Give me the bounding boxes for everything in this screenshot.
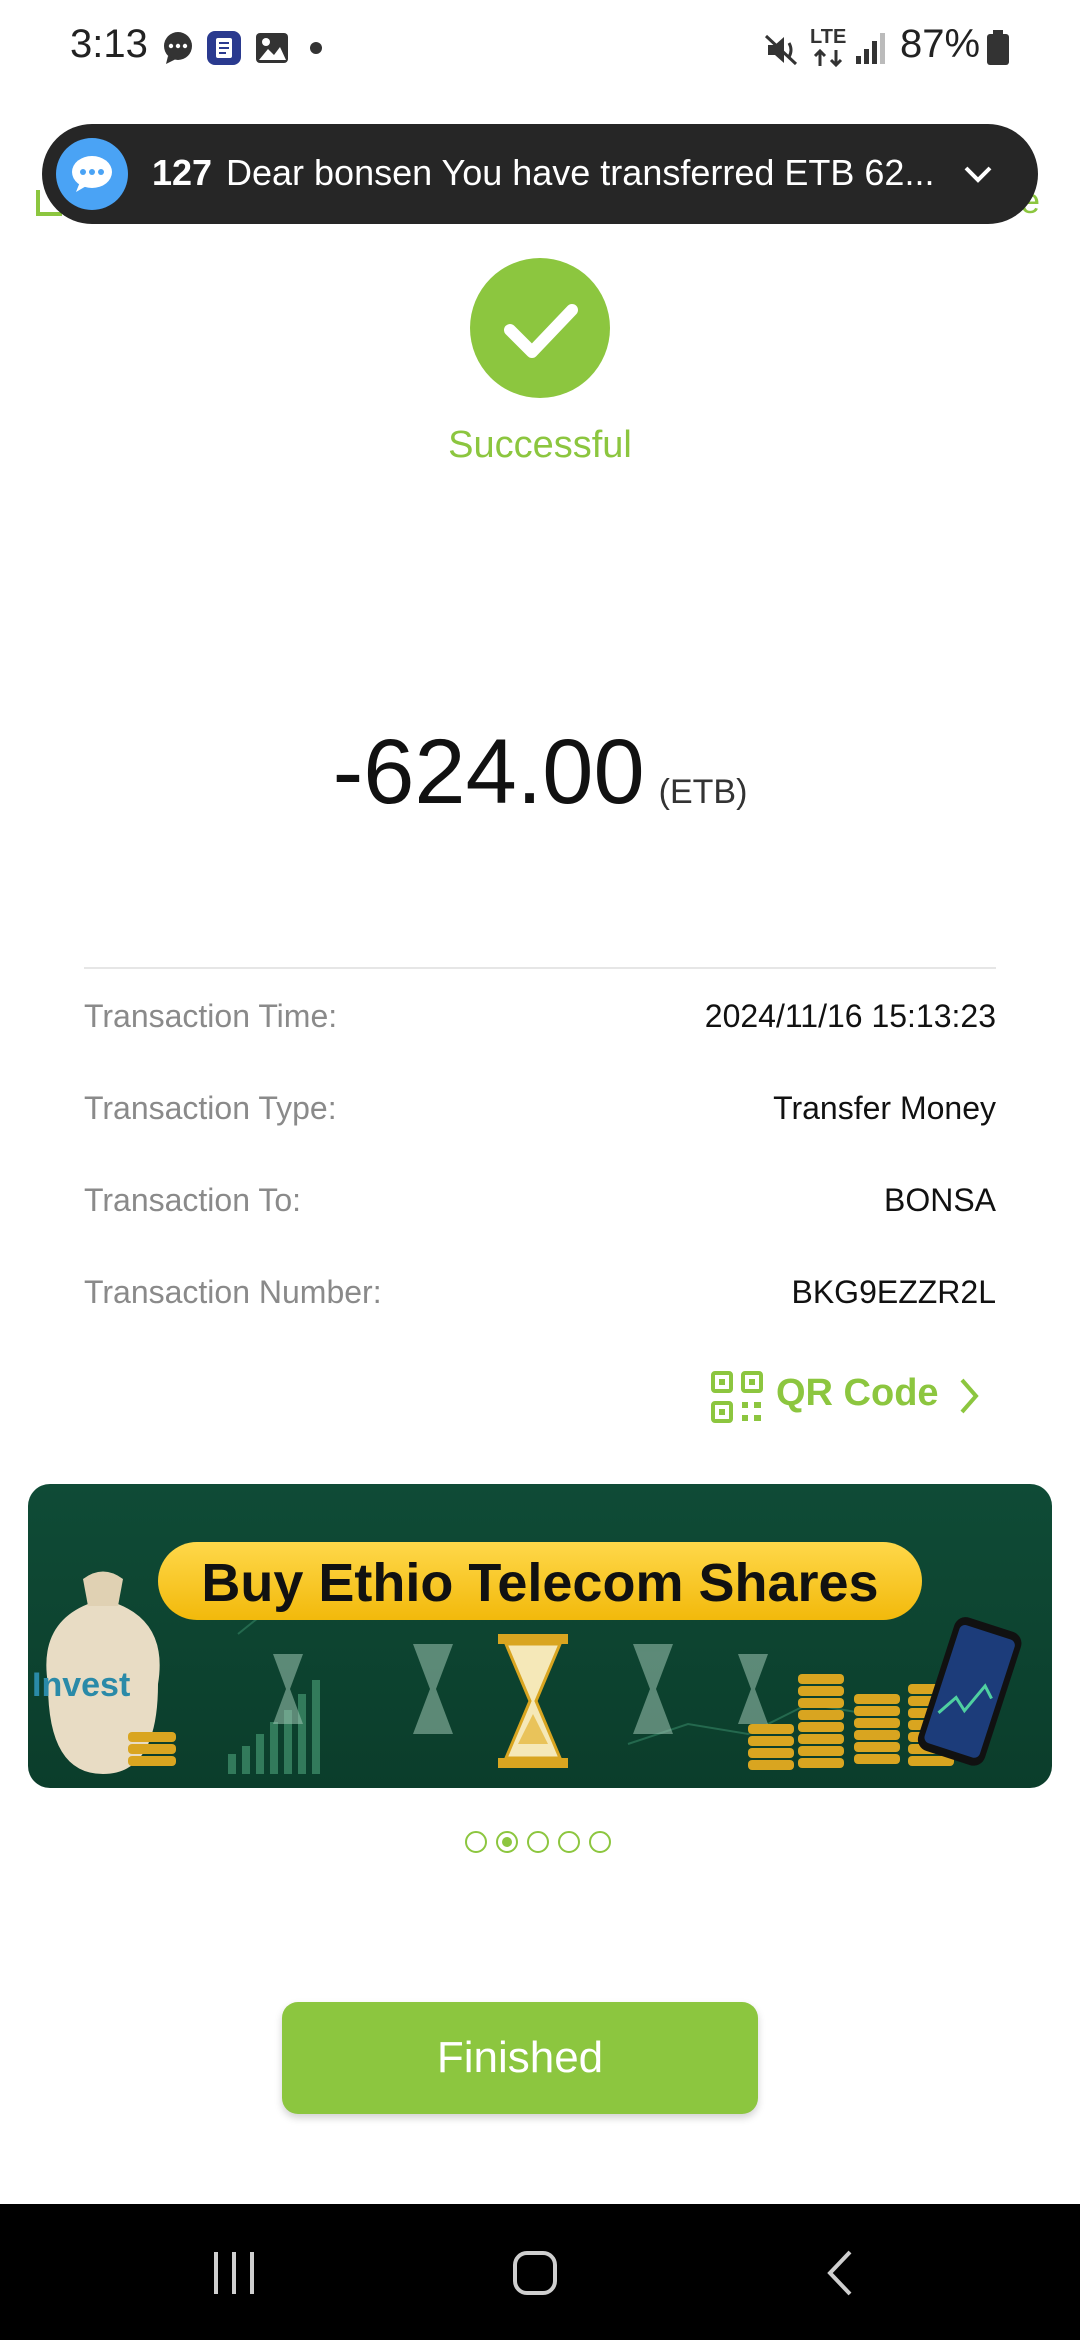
detail-value-to: BONSA xyxy=(883,1182,996,1218)
qr-code-label: QR Code xyxy=(776,1372,939,1414)
amount-value: -624.00 xyxy=(332,721,645,823)
battery-percent: 87% xyxy=(900,22,981,66)
success-check-icon xyxy=(470,258,610,398)
gallery-notification-icon xyxy=(256,33,288,63)
home-icon[interactable] xyxy=(510,2248,560,2298)
amount-currency: (ETB) xyxy=(658,773,748,811)
carousel-dot[interactable] xyxy=(527,1831,549,1853)
detail-label-type: Transaction Type: xyxy=(84,1090,337,1126)
invest-bag-text: Invest xyxy=(32,1666,130,1704)
battery-icon xyxy=(987,30,1009,65)
back-icon[interactable] xyxy=(820,2248,860,2298)
carousel-dot[interactable] xyxy=(558,1831,580,1853)
detail-value-time: 2024/11/16 15:13:23 xyxy=(704,998,996,1034)
banner-title: Buy Ethio Telecom Shares xyxy=(201,1553,879,1613)
lte-indicator: LTE xyxy=(808,26,848,70)
data-arrows-icon xyxy=(813,48,843,68)
notification-message: Dear bonsen You have transferred ETB 62.… xyxy=(226,152,935,193)
carousel-dot-active[interactable] xyxy=(496,1831,518,1853)
app-notification-icon xyxy=(207,31,241,65)
detail-value-type: Transfer Money xyxy=(773,1090,996,1126)
finished-button[interactable]: Finished xyxy=(282,2002,758,2114)
status-label: Successful xyxy=(448,424,632,466)
expand-chevron-icon[interactable] xyxy=(958,154,998,194)
more-notifications-dot-icon xyxy=(310,42,322,54)
qr-code-icon xyxy=(711,1371,763,1423)
signal-strength-icon xyxy=(856,33,885,64)
detail-label-to: Transaction To: xyxy=(84,1182,301,1218)
hourglass-icons xyxy=(273,1634,768,1768)
lte-text: LTE xyxy=(810,26,847,48)
qr-code-link[interactable]: QR Code xyxy=(710,1366,1000,1426)
notification-sender: 127 xyxy=(152,152,213,193)
detail-label-number: Transaction Number: xyxy=(84,1274,382,1310)
status-bar: 3:13 LTE 87% xyxy=(0,0,1080,96)
promo-banner[interactable]: Invest Buy Ethio Telecom Shares xyxy=(28,1484,1052,1788)
detail-value-number: BKG9EZZR2L xyxy=(791,1274,996,1310)
divider xyxy=(84,967,996,969)
detail-label-time: Transaction Time: xyxy=(84,998,338,1034)
carousel-dot[interactable] xyxy=(589,1831,611,1853)
messages-app-icon xyxy=(56,138,128,210)
chat-notification-icon xyxy=(164,32,192,64)
carousel-dot[interactable] xyxy=(465,1831,487,1853)
chevron-right-icon xyxy=(960,1378,979,1414)
banner-artwork: Invest xyxy=(32,1542,1022,1774)
carousel-indicator xyxy=(465,1831,625,1859)
amount-display: -624.00 (ETB) xyxy=(0,720,1080,825)
status-time: 3:13 xyxy=(70,22,148,66)
heads-up-notification[interactable]: 127 Dear bonsen You have transferred ETB… xyxy=(42,124,1038,224)
recent-apps-icon[interactable] xyxy=(210,2250,260,2296)
system-navigation-bar xyxy=(0,2204,1080,2340)
mute-icon xyxy=(764,34,798,66)
banner-title-pill: Buy Ethio Telecom Shares xyxy=(158,1542,922,1620)
